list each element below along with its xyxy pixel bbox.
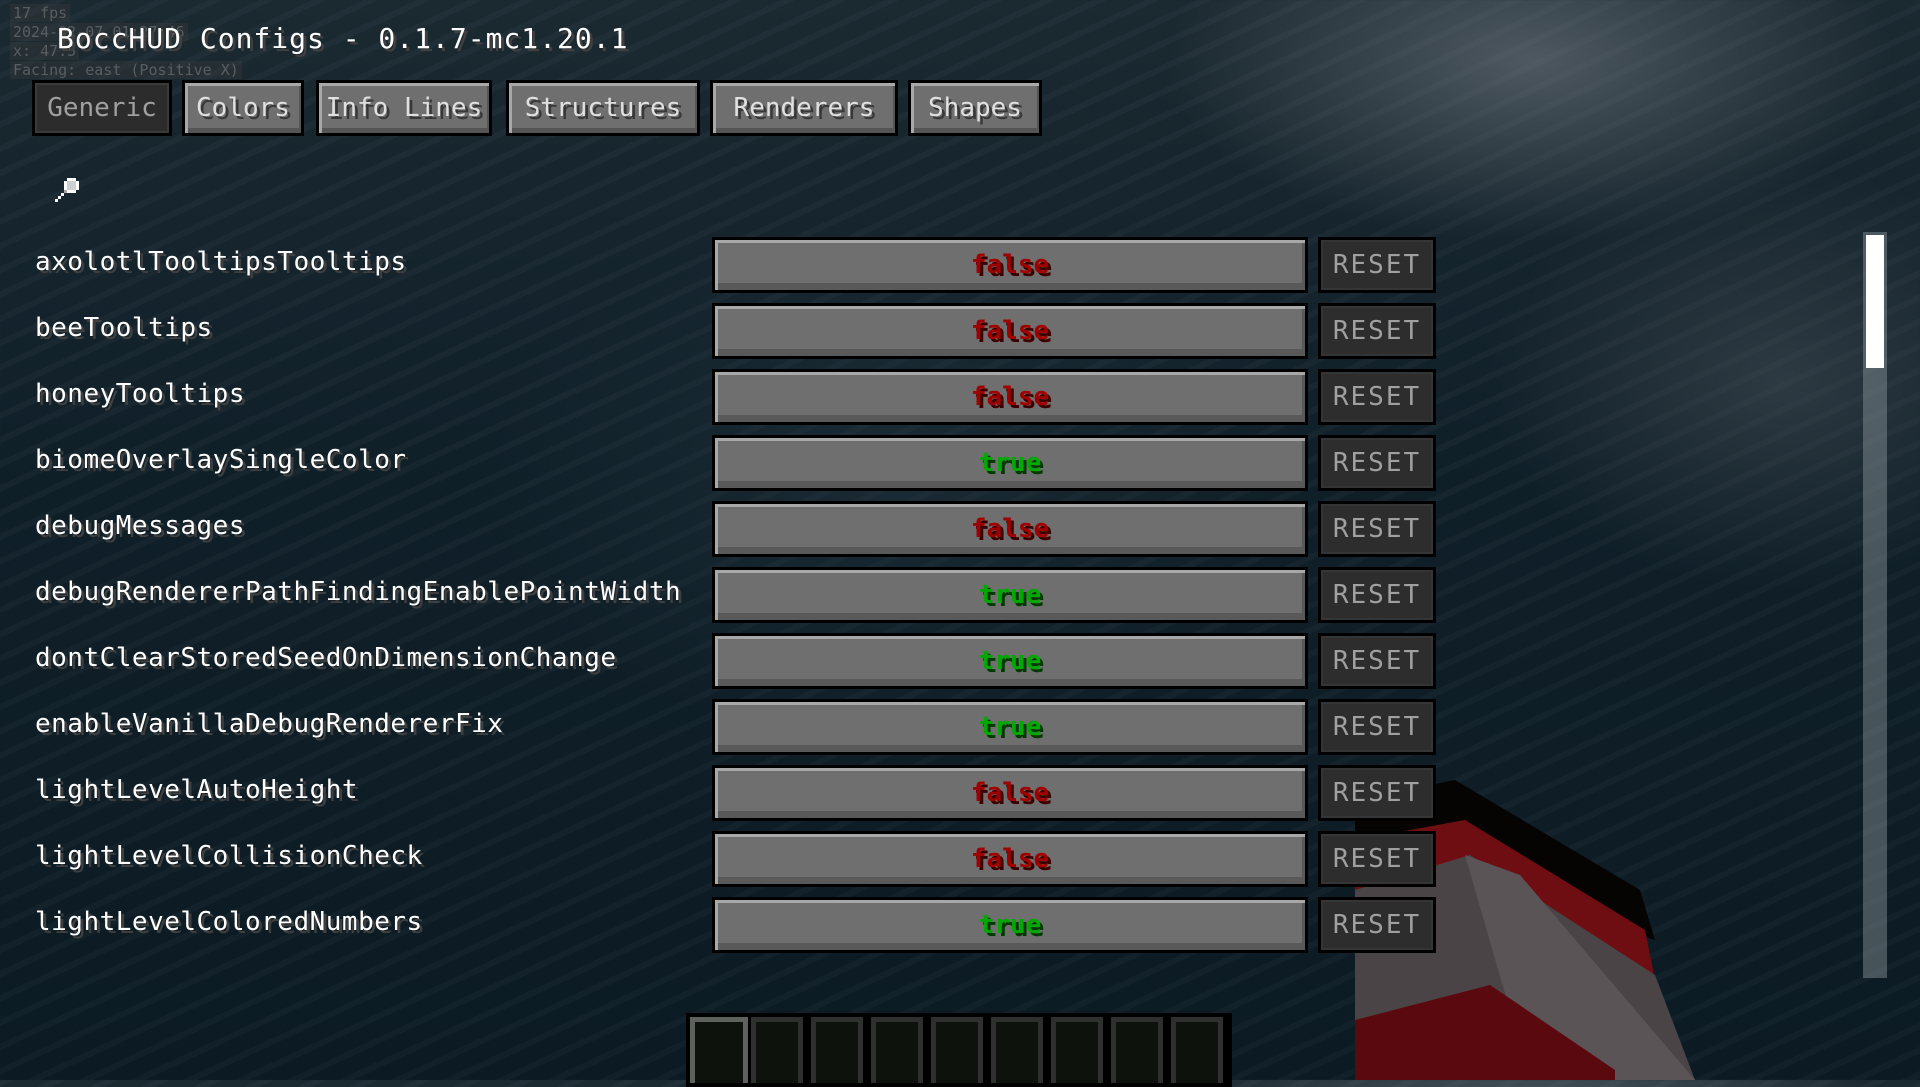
option-label: lightLevelAutoHeight — [35, 775, 359, 805]
reset-button[interactable]: RESET — [1318, 369, 1436, 425]
tab-label: Colors — [196, 93, 290, 123]
option-toggle-button[interactable]: false — [712, 303, 1308, 359]
tab-label: Shapes — [928, 93, 1022, 123]
debug-facing: Facing: east (Positive X) — [10, 61, 242, 79]
hotbar-slot[interactable] — [690, 1017, 748, 1083]
reset-button[interactable]: RESET — [1318, 831, 1436, 887]
scrollbar-thumb[interactable] — [1866, 235, 1884, 368]
option-label: lightLevelCollisionCheck — [35, 841, 423, 871]
option-row: lightLevelAutoHeight false RESET — [0, 765, 1450, 821]
reset-button[interactable]: RESET — [1318, 237, 1436, 293]
tab-label: Structures — [524, 93, 682, 123]
debug-fps: 17 fps — [10, 4, 71, 22]
option-row: lightLevelColoredNumbers true RESET — [0, 897, 1450, 953]
option-label: axolotlTooltipsTooltips — [35, 247, 407, 277]
option-row: biomeOverlaySingleColor true RESET — [0, 435, 1450, 491]
hotbar-slot[interactable] — [991, 1017, 1043, 1083]
option-row: honeyTooltips false RESET — [0, 369, 1450, 425]
reset-button[interactable]: RESET — [1318, 501, 1436, 557]
tab-shapes[interactable]: Shapes — [908, 80, 1042, 136]
option-row: lightLevelCollisionCheck false RESET — [0, 831, 1450, 887]
option-toggle-button[interactable]: true — [712, 699, 1308, 755]
reset-button[interactable]: RESET — [1318, 765, 1436, 821]
option-label: honeyTooltips — [35, 379, 245, 409]
option-row: dontClearStoredSeedOnDimensionChange tru… — [0, 633, 1450, 689]
tab-generic[interactable]: Generic — [32, 80, 172, 136]
option-toggle-button[interactable]: true — [712, 897, 1308, 953]
tab-info-lines[interactable]: Info Lines — [316, 80, 492, 136]
option-row: axolotlTooltipsTooltips false RESET — [0, 237, 1450, 293]
search-icon[interactable] — [46, 172, 82, 208]
hotbar-slot[interactable] — [751, 1017, 803, 1083]
option-toggle-button[interactable]: true — [712, 435, 1308, 491]
option-row: beeTooltips false RESET — [0, 303, 1450, 359]
option-label: debugRendererPathFindingEnablePointWidth — [35, 577, 682, 607]
page-title: BoccHUD Configs - 0.1.7-mc1.20.1 — [57, 22, 629, 55]
option-row: debugRendererPathFindingEnablePointWidth… — [0, 567, 1450, 623]
hotbar-slot[interactable] — [1051, 1017, 1103, 1083]
option-row: debugMessages false RESET — [0, 501, 1450, 557]
option-row: enableVanillaDebugRendererFix true RESET — [0, 699, 1450, 755]
tab-renderers[interactable]: Renderers — [710, 80, 898, 136]
hotbar-slot[interactable] — [1111, 1017, 1163, 1083]
option-label: dontClearStoredSeedOnDimensionChange — [35, 643, 617, 673]
hotbar-slot[interactable] — [1171, 1017, 1223, 1083]
option-toggle-button[interactable]: false — [712, 501, 1308, 557]
tab-colors[interactable]: Colors — [182, 80, 304, 136]
reset-button[interactable]: RESET — [1318, 303, 1436, 359]
hotbar-slot[interactable] — [811, 1017, 863, 1083]
reset-button[interactable]: RESET — [1318, 567, 1436, 623]
hotbar — [686, 1013, 1232, 1087]
reset-button[interactable]: RESET — [1318, 699, 1436, 755]
option-toggle-button[interactable]: false — [712, 831, 1308, 887]
option-toggle-button[interactable]: true — [712, 567, 1308, 623]
option-toggle-button[interactable]: false — [712, 237, 1308, 293]
scrollbar[interactable] — [1863, 232, 1887, 978]
reset-button[interactable]: RESET — [1318, 435, 1436, 491]
option-toggle-button[interactable]: false — [712, 369, 1308, 425]
hotbar-slot[interactable] — [931, 1017, 983, 1083]
tab-label: Info Lines — [325, 93, 483, 123]
reset-button[interactable]: RESET — [1318, 633, 1436, 689]
option-label: enableVanillaDebugRendererFix — [35, 709, 504, 739]
option-label: debugMessages — [35, 511, 245, 541]
option-label: lightLevelColoredNumbers — [35, 907, 423, 937]
tab-label: Generic — [47, 93, 157, 123]
tab-label: Renderers — [733, 93, 875, 123]
option-label: biomeOverlaySingleColor — [35, 445, 407, 475]
tab-structures[interactable]: Structures — [506, 80, 700, 136]
option-toggle-button[interactable]: false — [712, 765, 1308, 821]
reset-button[interactable]: RESET — [1318, 897, 1436, 953]
hotbar-slot[interactable] — [871, 1017, 923, 1083]
option-toggle-button[interactable]: true — [712, 633, 1308, 689]
option-label: beeTooltips — [35, 313, 213, 343]
